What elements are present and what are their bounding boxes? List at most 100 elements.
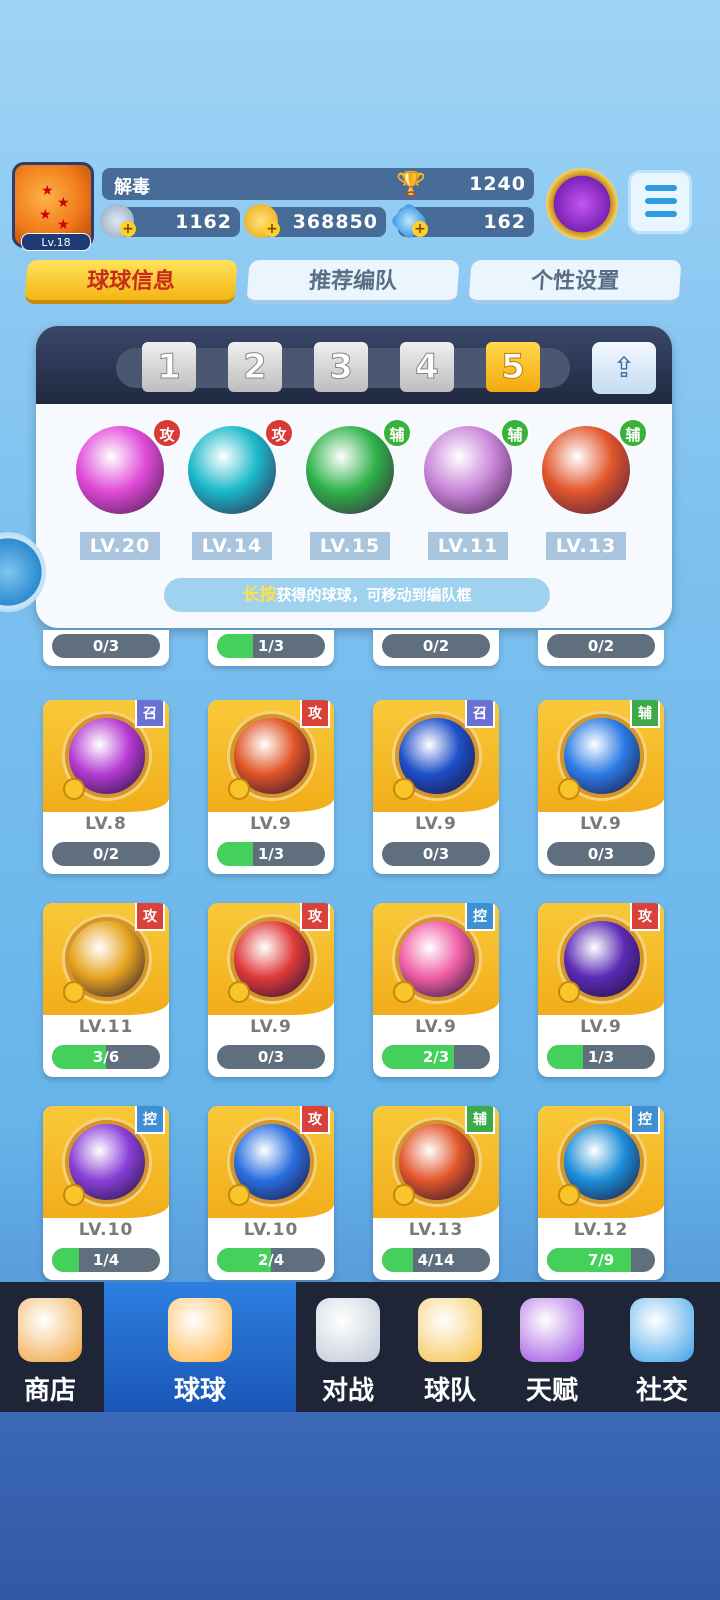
coin-badge-icon [228, 778, 250, 800]
dragon-ball-star-icon: ★ [41, 183, 54, 199]
ball-progress-text: 3/6 [92, 1048, 120, 1066]
silver-currency[interactable]: + 1162 [100, 204, 240, 238]
ball-card[interactable]: 控 LV.10 1/4 [43, 1106, 169, 1280]
nav-item-shop[interactable]: 商店 [0, 1282, 100, 1412]
ball-progress-text: 0/2 [92, 845, 120, 863]
team-slot-5[interactable]: 5 [486, 342, 540, 392]
ball-card[interactable]: 辅 LV.9 0/3 [538, 700, 664, 874]
bottom-nav: 商店 球球 对战 球队 天赋 社交 [0, 1282, 720, 1412]
ball-progress-text: 0/2 [422, 637, 450, 655]
ball-card[interactable]: 攻 LV.9 0/3 [208, 903, 334, 1077]
coin-badge-icon [228, 1184, 250, 1206]
ball-progress-text: 1/4 [92, 1251, 120, 1269]
tab-recommended-team[interactable]: 推荐编队 [246, 260, 460, 304]
team-slot-4[interactable]: 4 [400, 342, 454, 392]
ball-card[interactable]: 攻 LV.9 1/3 [208, 700, 334, 874]
nav-item-team-whistle[interactable]: 球队 [400, 1282, 500, 1412]
nav-label: 天赋 [525, 1376, 578, 1406]
team-slot-1[interactable]: 1 [142, 342, 196, 392]
team-ball-icon[interactable] [424, 426, 512, 514]
team-ball-icon[interactable] [76, 426, 164, 514]
ball-progress-bar: 7/9 [547, 1248, 655, 1272]
ball-type-tag: 攻 [300, 700, 330, 728]
ball-card[interactable]: 辅 LV.13 4/14 [373, 1106, 499, 1280]
team-ball-icon[interactable] [306, 426, 394, 514]
team-ball-type-tag: 攻 [152, 418, 182, 448]
team-ball-icon[interactable] [188, 426, 276, 514]
coin-badge-icon [63, 778, 85, 800]
balls-icon [168, 1298, 232, 1362]
ball-progress-text: 1/3 [257, 845, 285, 863]
ball-card[interactable]: 控 LV.12 7/9 [538, 1106, 664, 1280]
dragon-ball-star-icon: ★ [57, 217, 70, 233]
tab-personal-settings[interactable]: 个性设置 [468, 260, 682, 304]
trophy-icon: 🏆 [396, 170, 426, 198]
ball-card[interactable]: 攻 LV.9 1/3 [538, 903, 664, 1077]
ball-card-partial[interactable]: 0/2 [538, 630, 664, 666]
coin-badge-icon [393, 981, 415, 1003]
dragon-ball-star-icon: ★ [39, 207, 52, 223]
ball-progress-bar: 0/2 [547, 634, 655, 658]
team-ball-type-tag: 辅 [618, 418, 648, 448]
player-avatar[interactable]: ★ ★ ★ ★ Lv.18 [12, 162, 94, 251]
ball-level: LV.9 [580, 1017, 622, 1037]
add-silver-icon[interactable]: + [120, 221, 136, 237]
ball-type-tag: 攻 [135, 903, 165, 931]
coin-badge-icon [558, 778, 580, 800]
ball-level: LV.9 [580, 814, 622, 834]
menu-button[interactable] [628, 170, 692, 234]
ball-progress-text: 7/9 [587, 1251, 615, 1269]
ball-card-partial[interactable]: 0/2 [373, 630, 499, 666]
team-panel-header: 1 2 3 4 5 ⇪ [36, 326, 672, 404]
ball-type-tag: 召 [135, 700, 165, 728]
bottom-background [0, 1412, 720, 1600]
team-ball-type-tag: 辅 [382, 418, 412, 448]
ball-type-tag: 辅 [630, 700, 660, 728]
ball-progress-bar: 0/2 [52, 842, 160, 866]
add-gold-icon[interactable]: + [264, 221, 280, 237]
ball-progress-bar: 1/3 [217, 842, 325, 866]
team-slot-3[interactable]: 3 [314, 342, 368, 392]
ball-type-tag: 控 [630, 1106, 660, 1134]
ball-card[interactable]: 控 LV.9 2/3 [373, 903, 499, 1077]
team-ball-level: LV.20 [80, 532, 160, 560]
ball-card-partial[interactable]: 1/3 [208, 630, 334, 666]
talent-planet-icon [520, 1298, 584, 1362]
dragon-ball-star-icon: ★ [57, 195, 70, 211]
rank-medal-icon[interactable] [546, 168, 618, 240]
nav-label: 球队 [423, 1376, 476, 1406]
team-ball-level: LV.11 [428, 532, 508, 560]
ball-progress-text: 4/14 [417, 1251, 455, 1269]
ball-card-partial[interactable]: 0/3 [43, 630, 169, 666]
team-slot-2[interactable]: 2 [228, 342, 282, 392]
ball-progress-text: 0/3 [422, 845, 450, 863]
ball-card[interactable]: 攻 LV.10 2/4 [208, 1106, 334, 1280]
ball-card[interactable]: 召 LV.9 0/3 [373, 700, 499, 874]
trophy-count: 1240 [469, 173, 526, 195]
ball-card[interactable]: 攻 LV.11 3/6 [43, 903, 169, 1077]
gem-value: 162 [483, 211, 526, 233]
share-button[interactable]: ⇪ [592, 342, 656, 394]
add-gem-icon[interactable]: + [412, 221, 428, 237]
ball-progress-bar: 2/4 [217, 1248, 325, 1272]
nav-item-talent-planet[interactable]: 天赋 [502, 1282, 602, 1412]
coin-badge-icon [558, 981, 580, 1003]
gold-currency[interactable]: + 368850 [244, 204, 386, 238]
ball-type-tag: 辅 [465, 1106, 495, 1134]
nav-item-battle[interactable]: 对战 [298, 1282, 398, 1412]
ball-level: LV.9 [250, 1017, 292, 1037]
team-ball-level: LV.14 [192, 532, 272, 560]
nav-item-social-chat[interactable]: 社交 [604, 1282, 720, 1412]
nav-item-balls[interactable]: 球球 [104, 1282, 296, 1412]
ball-level: LV.10 [243, 1220, 299, 1240]
team-whistle-icon [418, 1298, 482, 1362]
coin-badge-icon [63, 1184, 85, 1206]
gem-currency[interactable]: + 162 [389, 201, 534, 241]
ball-progress-text: 1/3 [587, 1048, 615, 1066]
ball-card[interactable]: 召 LV.8 0/2 [43, 700, 169, 874]
battle-icon [316, 1298, 380, 1362]
tab-ball-info[interactable]: 球球信息 [24, 260, 238, 304]
drag-hint: 长按获得的球球，可移动到编队框 [164, 578, 550, 612]
player-name-bar: 解毒 🏆 1240 [102, 168, 534, 200]
team-ball-icon[interactable] [542, 426, 630, 514]
